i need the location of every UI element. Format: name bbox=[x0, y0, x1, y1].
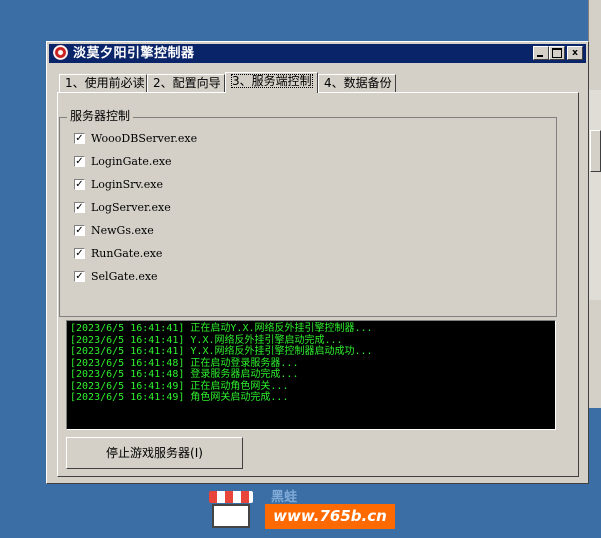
window-title: 淡莫夕阳引擎控制器 bbox=[73, 46, 195, 61]
app-logo-icon bbox=[53, 45, 68, 60]
background-window-edge bbox=[588, 0, 601, 408]
checkbox-check-icon[interactable]: ✓ bbox=[74, 179, 85, 190]
checkbox-label: LogServer.exe bbox=[91, 201, 171, 214]
checkbox-label: RunGate.exe bbox=[91, 247, 163, 260]
log-line: [2023/6/5 16:41:49] 正在启动角色网关... bbox=[70, 380, 289, 392]
checkbox-check-icon[interactable]: ✓ bbox=[74, 133, 85, 144]
checkbox-label: LoginGate.exe bbox=[91, 155, 172, 168]
close-button[interactable]: x bbox=[567, 46, 583, 60]
tab-label: 3、服务端控制 bbox=[231, 74, 313, 88]
checkbox-check-icon[interactable]: ✓ bbox=[74, 202, 85, 213]
checkbox-check-icon[interactable]: ✓ bbox=[74, 156, 85, 167]
checkbox-check-icon[interactable]: ✓ bbox=[74, 248, 85, 259]
tab-read-first[interactable]: 1、使用前必读 bbox=[59, 74, 147, 92]
server-control-group bbox=[59, 117, 557, 317]
group-label: 服务器控制 bbox=[67, 108, 134, 124]
tab-server-control[interactable]: 3、服务端控制 bbox=[225, 72, 318, 93]
log-line: [2023/6/5 16:41:48] 正在启动登录服务器... bbox=[70, 357, 299, 369]
main-window: 淡莫夕阳引擎控制器 x 1、使用前必读 2、配置向导 3、服务端控制 4、数据备… bbox=[46, 41, 589, 484]
checkbox-label: NewGs.exe bbox=[91, 224, 154, 237]
background-scrollbar-track[interactable] bbox=[589, 90, 601, 300]
checkbox-check-icon[interactable]: ✓ bbox=[74, 271, 85, 282]
tab-config-wizard[interactable]: 2、配置向导 bbox=[147, 74, 225, 92]
watermark-brand: 黑蛙 bbox=[271, 490, 298, 505]
tab-label: 2、配置向导 bbox=[153, 76, 221, 90]
background-scrollbar-thumb[interactable] bbox=[590, 130, 601, 172]
checkbox-label: WoooDBServer.exe bbox=[91, 132, 198, 145]
checkbox-label: SelGate.exe bbox=[91, 270, 158, 283]
tab-data-backup[interactable]: 4、数据备份 bbox=[318, 74, 396, 92]
tab-label: 4、数据备份 bbox=[324, 76, 392, 90]
stop-server-button[interactable]: 停止游戏服务器(I) bbox=[66, 437, 243, 469]
log-line: [2023/6/5 16:41:41] 正在启动Y.X.网络反外挂引擎控制器..… bbox=[70, 323, 373, 334]
log-line: [2023/6/5 16:41:41] Y.X.网络反外挂引擎控制器启动成功..… bbox=[70, 346, 373, 357]
site-watermark: 黑蛙 www.765b.cn bbox=[205, 485, 395, 535]
maximize-button[interactable] bbox=[549, 46, 565, 60]
log-line: [2023/6/5 16:41:49] 角色网关启动完成... bbox=[70, 392, 289, 403]
title-bar[interactable]: 淡莫夕阳引擎控制器 x bbox=[49, 44, 586, 63]
shop-house-icon bbox=[212, 504, 250, 528]
tab-label: 1、使用前必读 bbox=[65, 76, 145, 90]
checkbox-check-icon[interactable]: ✓ bbox=[74, 225, 85, 236]
log-output[interactable]: [2023/6/5 16:41:41] 正在启动Y.X.网络反外挂引擎控制器..… bbox=[66, 320, 556, 430]
watermark-url: www.765b.cn bbox=[265, 504, 395, 529]
checkbox-label: LoginSrv.exe bbox=[91, 178, 163, 191]
shop-awning-icon bbox=[209, 491, 253, 503]
shop-logo-icon bbox=[205, 487, 257, 533]
log-line: [2023/6/5 16:41:41] Y.X.网络反外挂引擎启动完成... bbox=[70, 334, 343, 346]
minimize-button[interactable] bbox=[533, 46, 549, 60]
log-line: [2023/6/5 16:41:48] 登录服务器启动完成... bbox=[70, 369, 299, 380]
